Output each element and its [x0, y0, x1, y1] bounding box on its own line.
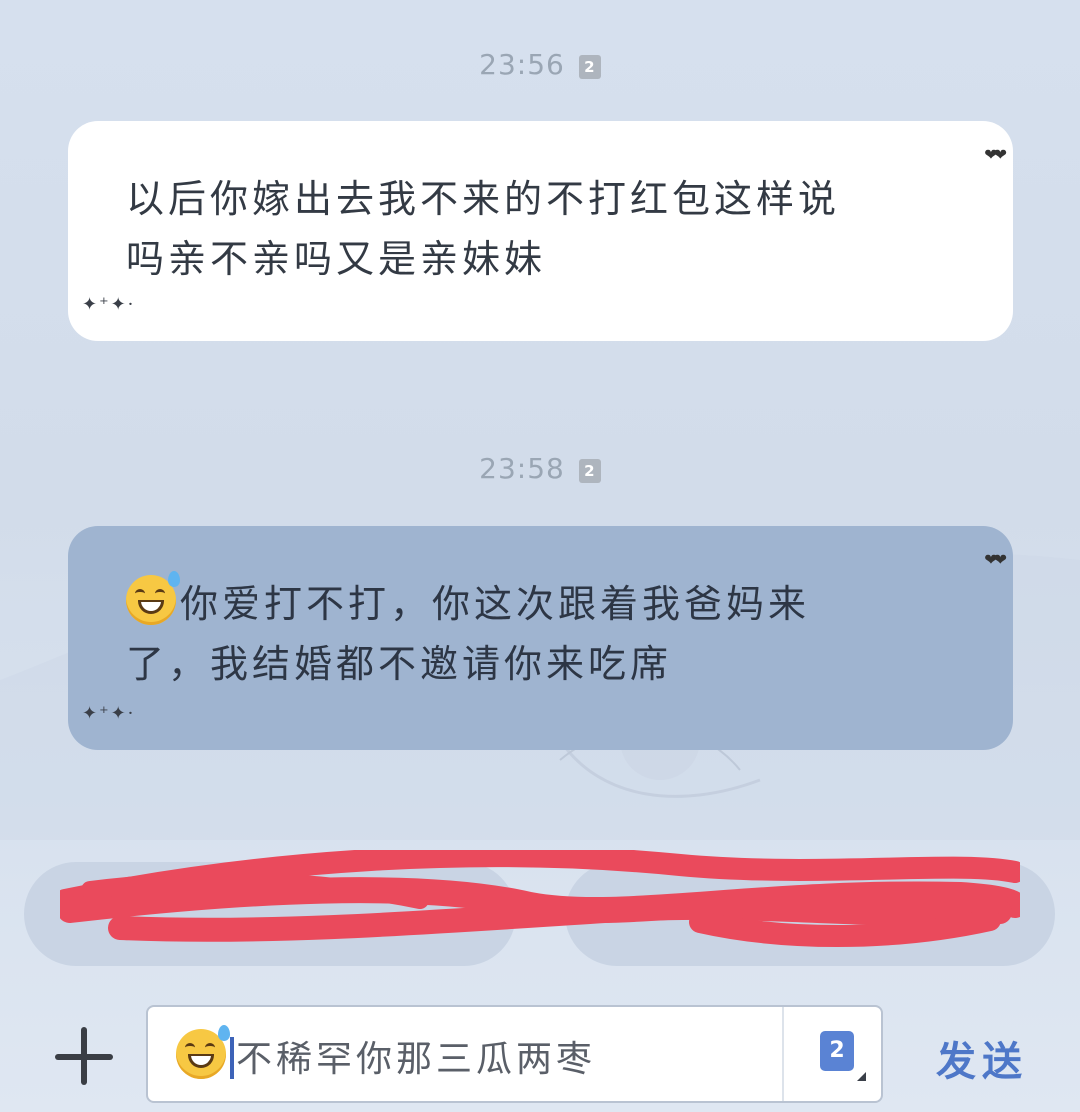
- plus-icon[interactable]: [55, 1027, 115, 1087]
- input-content[interactable]: 不稀罕你那三瓜两枣: [176, 1025, 597, 1082]
- message-text-line: 了，我结婚都不邀请你来吃席: [126, 642, 673, 686]
- text-cursor: [230, 1037, 234, 1079]
- message-text-line: 你爱打不打，你这次跟着我爸妈来: [126, 571, 955, 634]
- heart-decoration-icon: ❤❤: [984, 145, 1007, 164]
- timestamp-tag: 2: [578, 459, 601, 483]
- redaction-scribble: [60, 850, 1020, 947]
- message-text-line: 吗亲不亲吗又是亲妹妹: [126, 237, 547, 281]
- send-button[interactable]: 发送: [936, 1029, 1028, 1087]
- message-composer: 不稀罕你那三瓜两枣 2 发送: [0, 1005, 1080, 1105]
- timestamp-tag: 2: [578, 55, 601, 79]
- message-timestamp: 23:58 2: [0, 452, 1080, 485]
- sparkle-decoration-icon: ✦⁺✦·: [82, 703, 136, 724]
- incoming-message-bubble[interactable]: ❤❤ 以后你嫁出去我不来的不打红包这样说 吗亲不亲吗又是亲妹妹 ✦⁺✦·: [68, 121, 1013, 341]
- grinning-sweat-emoji-icon: [126, 571, 180, 625]
- document-icon[interactable]: 2: [820, 1031, 866, 1081]
- message-input[interactable]: 不稀罕你那三瓜两枣 2: [146, 1005, 883, 1103]
- sparkle-decoration-icon: ✦⁺✦·: [82, 294, 136, 315]
- message-text-line: 以后你嫁出去我不来的不打红包这样说: [126, 177, 841, 221]
- input-value: 不稀罕你那三瓜两枣: [236, 1039, 597, 1080]
- message-timestamp: 23:56 2: [0, 48, 1080, 81]
- heart-decoration-icon: ❤❤: [984, 550, 1007, 569]
- grinning-sweat-emoji-icon: [176, 1025, 230, 1079]
- timestamp-text: 23:56: [479, 48, 565, 81]
- timestamp-text: 23:58: [479, 452, 565, 485]
- outgoing-message-bubble[interactable]: ❤❤ 你爱打不打，你这次跟着我爸妈来 了，我结婚都不邀请你来吃席 ✦⁺✦·: [68, 526, 1013, 750]
- message-text: 你爱打不打，你这次跟着我爸妈来: [180, 582, 811, 626]
- document-badge: 2: [829, 1038, 845, 1063]
- input-divider: [782, 1007, 784, 1101]
